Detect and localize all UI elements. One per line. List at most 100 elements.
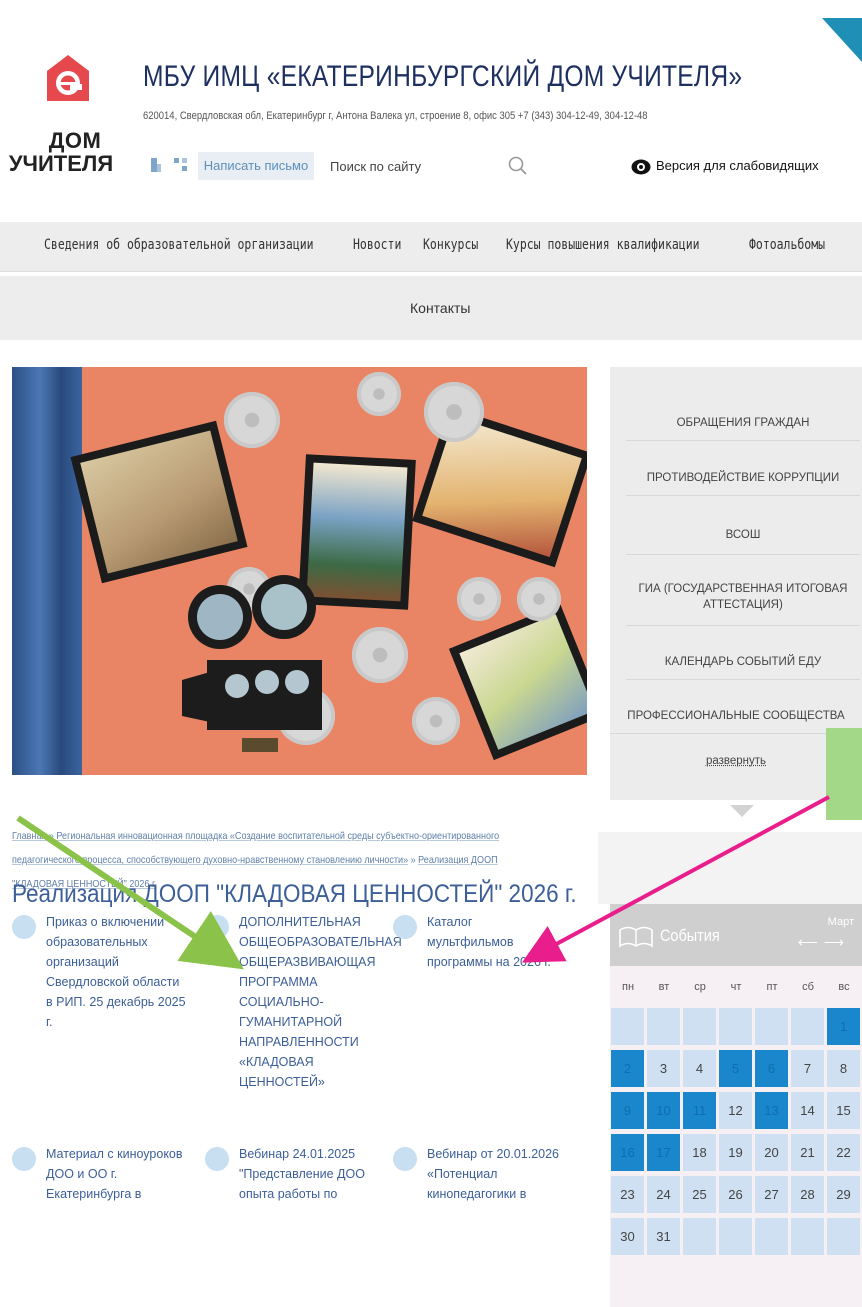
calendar-day[interactable]: 27: [755, 1176, 788, 1213]
calendar-day[interactable]: 5: [719, 1050, 752, 1087]
calendar-day[interactable]: 7: [791, 1050, 824, 1087]
calendar-day[interactable]: 25: [683, 1176, 716, 1213]
weekday-label: пт: [766, 981, 778, 993]
document-icon: [393, 915, 417, 939]
events-title: События: [660, 926, 720, 945]
calendar-day[interactable]: 16: [611, 1134, 644, 1171]
film-reel: [517, 577, 561, 621]
calendar-day[interactable]: 18: [683, 1134, 716, 1171]
document-link[interactable]: Материал с киноуроков ДОО и ОО г. Екатер…: [46, 1144, 186, 1204]
calendar-day[interactable]: 13: [755, 1092, 788, 1129]
document-link[interactable]: Вебинар 24.01.2025 "Представление ДОО оп…: [239, 1144, 379, 1204]
weekday-label: ср: [694, 981, 706, 993]
calendar-day[interactable]: 24: [647, 1176, 680, 1213]
sitemap-icon[interactable]: [148, 156, 168, 176]
search-icon[interactable]: [507, 155, 529, 182]
eye-icon[interactable]: [631, 159, 651, 180]
film-frame-1: [70, 420, 248, 584]
calendar-day: [791, 1008, 824, 1045]
breadcrumb-separator: »: [408, 854, 419, 866]
calendar-day: [719, 1008, 752, 1045]
nav-item-photo-albums[interactable]: Фотоальбомы: [749, 237, 825, 253]
calendar-nav-arrows[interactable]: ⟵⟶: [798, 934, 850, 951]
nav-item-courses[interactable]: Курсы повышения квалификации: [506, 237, 700, 253]
calendar-day[interactable]: 26: [719, 1176, 752, 1213]
calendar-day[interactable]: 6: [755, 1050, 788, 1087]
nav-item-education-info[interactable]: Сведения об образовательной организации: [44, 237, 314, 253]
nav-item-news[interactable]: Новости: [353, 237, 401, 253]
side-menu-pointer: [730, 805, 754, 817]
calendar-day[interactable]: 4: [683, 1050, 716, 1087]
calendar-day[interactable]: 21: [791, 1134, 824, 1171]
sidebar-spacer: [598, 832, 862, 904]
events-calendar: пн вт ср чт пт сб вс 1 2 3 4 5 6 7 8 9 10 11 12 13 14 15 16 17 1…: [610, 966, 862, 1307]
calendar-day[interactable]: 30: [611, 1218, 644, 1255]
document-icon: [12, 1147, 36, 1171]
calendar-day[interactable]: 19: [719, 1134, 752, 1171]
projector-graphic: [182, 575, 322, 752]
write-letter-button[interactable]: Написать письмо: [198, 152, 314, 180]
calendar-day: [719, 1218, 752, 1255]
breadcrumb-separator: »: [46, 830, 57, 842]
document-link[interactable]: Вебинар от 20.01.2026 «Потенциал кинопед…: [427, 1144, 577, 1204]
site-title[interactable]: МБУ ИМЦ «ЕКАТЕРИНБУРГСКИЙ ДОМ УЧИТЕЛЯ»: [143, 60, 742, 94]
film-reel: [224, 392, 280, 448]
weekday-label: вс: [838, 981, 850, 993]
site-logo[interactable]: ДОМ УЧИТЕЛЯ: [0, 52, 130, 192]
calendar-day[interactable]: 2: [611, 1050, 644, 1087]
film-reel: [357, 372, 401, 416]
calendar-day[interactable]: 14: [791, 1092, 824, 1129]
calendar-day[interactable]: 10: [647, 1092, 680, 1129]
side-menu-item-calendar[interactable]: КАЛЕНДАРЬ СОБЫТИЙ ЕДУ: [626, 654, 860, 680]
main-nav: Сведения об образовательной организации …: [0, 222, 862, 272]
calendar-day: [611, 1008, 644, 1045]
nav-item-contacts[interactable]: Контакты: [410, 300, 470, 316]
document-link[interactable]: Приказ о включении образовательных орган…: [46, 912, 186, 1032]
breadcrumb-home[interactable]: Главная: [12, 830, 46, 842]
calendar-day: [755, 1218, 788, 1255]
logo-house-icon: [47, 55, 89, 101]
calendar-day[interactable]: 8: [827, 1050, 860, 1087]
calendar-day[interactable]: 22: [827, 1134, 860, 1171]
document-link[interactable]: Каталог мультфильмов программы на 2026 г…: [427, 912, 562, 972]
side-menu-item-appeals[interactable]: ОБРАЩЕНИЯ ГРАЖДАН: [626, 415, 860, 441]
weekday-label: пн: [621, 981, 635, 993]
calendar-day[interactable]: 9: [611, 1092, 644, 1129]
calendar-day[interactable]: 20: [755, 1134, 788, 1171]
calendar-day[interactable]: 17: [647, 1134, 680, 1171]
side-menu-item-anticorruption[interactable]: ПРОТИВОДЕЙСТВИЕ КОРРУПЦИИ: [626, 470, 860, 496]
calendar-day[interactable]: 28: [791, 1176, 824, 1213]
structure-icon[interactable]: [172, 156, 192, 176]
calendar-day[interactable]: 12: [719, 1092, 752, 1129]
film-reel: [352, 627, 408, 683]
calendar-day: [647, 1008, 680, 1045]
calendar-day: [683, 1008, 716, 1045]
calendar-day: [755, 1008, 788, 1045]
film-reel: [457, 577, 501, 621]
low-vision-version-link[interactable]: Версия для слабовидящих: [656, 158, 819, 173]
calendar-day[interactable]: 3: [647, 1050, 680, 1087]
calendar-day[interactable]: 31: [647, 1218, 680, 1255]
calendar-day[interactable]: 15: [827, 1092, 860, 1129]
calendar-day[interactable]: 1: [827, 1008, 860, 1045]
film-reel: [424, 382, 484, 442]
side-menu-item-gia[interactable]: ГИА (ГОСУДАРСТВЕННАЯ ИТОГОВАЯ АТТЕСТАЦИЯ…: [626, 581, 860, 626]
calendar-day: [683, 1218, 716, 1255]
document-icon: [205, 915, 229, 939]
side-menu-expand-link[interactable]: развернуть: [610, 755, 862, 767]
site-address: 620014, Свердловская обл, Екатеринбург г…: [143, 110, 648, 122]
document-icon: [12, 915, 36, 939]
side-menu-item-vsosh[interactable]: ВСОШ: [626, 527, 860, 555]
film-frame-4: [448, 603, 587, 761]
page-title: Реализация ДООП "КЛАДОВАЯ ЦЕННОСТЕЙ" 202…: [12, 880, 577, 908]
calendar-day[interactable]: 11: [683, 1092, 716, 1129]
annotation-green-box: [826, 728, 862, 820]
logo-text-line2: УЧИТЕЛЯ: [8, 151, 114, 176]
calendar-day[interactable]: 23: [611, 1176, 644, 1213]
side-menu-item-communities[interactable]: ПРОФЕССИОНАЛЬНЫЕ СООБЩЕСТВА: [610, 708, 862, 734]
calendar-day[interactable]: 29: [827, 1176, 860, 1213]
document-link[interactable]: ДОПОЛНИТЕЛЬНАЯ ОБЩЕОБРАЗОВАТЕЛЬНАЯ ОБЩЕР…: [239, 912, 402, 1092]
document-icon: [393, 1147, 417, 1171]
curtain-graphic: [12, 367, 82, 775]
nav-item-contests[interactable]: Конкурсы: [423, 237, 478, 253]
